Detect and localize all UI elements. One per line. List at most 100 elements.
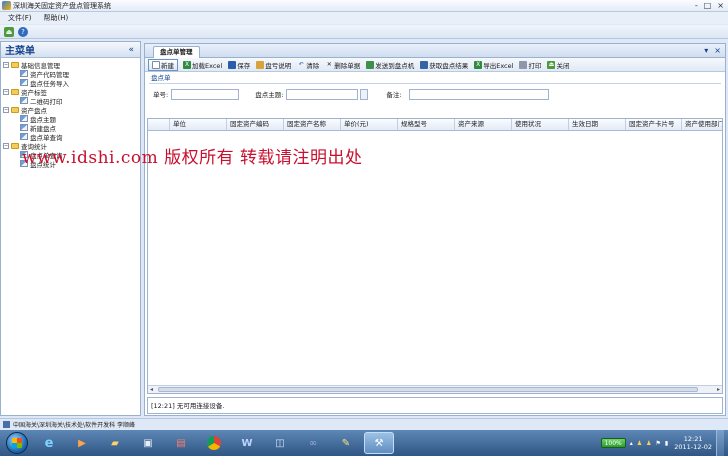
print-button[interactable]: 打印 xyxy=(518,60,542,70)
collapse-sidebar-icon[interactable]: « xyxy=(128,45,134,55)
collapse-toggle-icon[interactable]: − xyxy=(3,61,9,68)
show-desktop-button[interactable] xyxy=(716,430,724,456)
app-icon[interactable]: ∞ xyxy=(298,432,328,454)
tree-node-asset-inventory[interactable]: − 资产盘点 xyxy=(3,105,140,115)
column-header[interactable]: 规格型号 xyxy=(398,119,455,130)
subject-input[interactable] xyxy=(286,88,359,100)
new-button[interactable]: 新建 xyxy=(148,58,178,71)
tree-node-asset-label[interactable]: − 资产标签 xyxy=(3,87,140,97)
collapse-toggle-icon[interactable]: − xyxy=(3,142,9,149)
module-icon xyxy=(20,70,28,77)
tree-node-asset-code[interactable]: 资产代码管理 xyxy=(3,69,140,79)
log-text: [12:21] 无可用连接设备. xyxy=(151,402,225,410)
scroll-right-icon[interactable]: ▸ xyxy=(717,386,720,393)
exit-icon: ⏏ xyxy=(547,60,556,69)
column-header[interactable]: 资产来源 xyxy=(455,119,512,130)
button-label: 新建 xyxy=(161,61,174,70)
loss-note-button[interactable]: 盘亏说明 xyxy=(255,60,292,70)
collapse-toggle-icon[interactable]: − xyxy=(3,88,9,95)
form-row: 单号: 盘点主题: 备注: xyxy=(145,84,725,104)
tools-icon[interactable]: ✎ xyxy=(331,432,361,454)
explorer-icon[interactable]: ▰ xyxy=(100,432,130,454)
remark-label: 备注: xyxy=(386,91,402,99)
undo-icon: ↶ xyxy=(298,61,304,68)
window-title: 深圳海关固定资产盘点管理系统 xyxy=(13,1,111,10)
sidebar-header: 主菜单 « xyxy=(1,42,140,58)
collapse-toggle-icon[interactable]: − xyxy=(3,106,9,113)
tree-node-basic-info[interactable]: − 基础信息管理 xyxy=(3,60,140,70)
delete-document-button[interactable]: ✕ 删除单据 xyxy=(324,60,361,70)
save-icon xyxy=(228,60,237,69)
tab-inventory-management[interactable]: 盘点单管理 xyxy=(153,46,200,58)
folder-icon xyxy=(11,61,19,68)
column-header[interactable]: 资产使用部门 xyxy=(682,119,722,130)
status-text: 中国海关\深圳海关\技术处\软件开发科 李顺峰 xyxy=(13,421,135,429)
app-icon[interactable]: ◫ xyxy=(265,432,295,454)
taskbar: e ▶ ▰ ▣ ▤ W ◫ ∞ ✎ ⚒ 100% ▴ ♟ ♟ ⚑ ▮ 12:21… xyxy=(0,430,728,456)
close-tab-icon[interactable]: × xyxy=(714,46,721,55)
button-label: 清除 xyxy=(306,61,320,70)
tree-node-new-inventory[interactable]: 新建盘点 xyxy=(3,123,140,133)
chrome-icon[interactable] xyxy=(199,432,229,454)
column-header[interactable]: 单价(元) xyxy=(341,119,398,130)
menu-help[interactable]: 帮助(H) xyxy=(44,13,69,23)
flag-icon[interactable]: ⚑ xyxy=(656,440,661,447)
printer-icon xyxy=(519,60,528,69)
app-icon[interactable]: ▣ xyxy=(133,432,163,454)
exit-icon[interactable]: ⏏ xyxy=(4,26,14,37)
watermark-text: www.idshi.com 版权所有 转载请注明出处 xyxy=(22,148,363,168)
new-document-icon xyxy=(152,60,160,69)
tray-app-icon[interactable]: ♟ xyxy=(646,440,651,447)
grid-header: 单位 固定资产编码 固定资产名称 单价(元) 规格型号 资产来源 使用状况 生效… xyxy=(148,119,722,131)
media-player-icon[interactable]: ▶ xyxy=(67,432,97,454)
clock[interactable]: 12:21 2011-12-02 xyxy=(674,435,712,451)
scroll-thumb[interactable] xyxy=(158,387,698,392)
export-excel-button[interactable]: X 导出Excel xyxy=(473,60,514,70)
horizontal-scrollbar[interactable]: ◂ ▸ xyxy=(148,385,722,393)
column-header[interactable]: 生效日期 xyxy=(569,119,626,130)
active-app-icon[interactable]: ⚒ xyxy=(364,432,394,454)
subject-picker-button[interactable] xyxy=(360,88,369,100)
clear-button[interactable]: ↶ 清除 xyxy=(296,60,320,70)
fetch-results-button[interactable]: 获取盘点结果 xyxy=(419,60,469,70)
load-excel-button[interactable]: X 加载Excel xyxy=(182,60,223,70)
column-header[interactable]: 固定资产编码 xyxy=(227,119,284,130)
column-header[interactable]: 单位 xyxy=(170,119,227,130)
remark-input[interactable] xyxy=(408,88,549,100)
tray-expand-icon[interactable]: ▴ xyxy=(630,440,633,447)
close-window-button[interactable]: × xyxy=(717,1,724,10)
word-icon[interactable]: W xyxy=(232,432,262,454)
column-header[interactable]: 固定资产卡片号 xyxy=(626,119,682,130)
row-indicator-header xyxy=(148,119,170,130)
status-bar: 中国海关\深圳海关\技术处\软件开发科 李顺峰 xyxy=(0,418,728,429)
minimize-button[interactable]: - xyxy=(695,1,698,10)
note-icon xyxy=(256,60,265,69)
button-label: 保存 xyxy=(237,61,251,70)
doc-no-input[interactable] xyxy=(171,88,240,100)
tab-controls: ▾ × xyxy=(704,46,721,55)
menu-file[interactable]: 文件(F) xyxy=(8,13,32,23)
quick-toolbar: ⏏ ? xyxy=(0,25,728,39)
folder-icon xyxy=(11,106,19,113)
network-icon[interactable]: ▮ xyxy=(665,440,668,447)
button-label: 盘亏说明 xyxy=(265,61,292,70)
column-header[interactable]: 使用状况 xyxy=(512,119,569,130)
app-icon[interactable]: ▤ xyxy=(166,432,196,454)
button-label: 关闭 xyxy=(556,61,570,70)
scroll-left-icon[interactable]: ◂ xyxy=(150,386,153,393)
start-button[interactable] xyxy=(6,432,28,454)
column-header[interactable]: 固定资产名称 xyxy=(284,119,341,130)
send-to-device-button[interactable]: 发送到盘点机 xyxy=(365,60,415,70)
battery-indicator[interactable]: 100% xyxy=(600,438,626,448)
tray-app-icon[interactable]: ♟ xyxy=(637,440,642,447)
form-section-title: 盘点单 xyxy=(149,74,721,84)
close-button[interactable]: ⏏ 关闭 xyxy=(546,60,570,70)
tree-node-inventory-subject[interactable]: 盘点主题 xyxy=(3,114,140,124)
ie-icon[interactable]: e xyxy=(34,432,64,454)
tab-menu-icon[interactable]: ▾ xyxy=(704,46,708,55)
save-button[interactable]: 保存 xyxy=(227,60,251,70)
main-panel: 盘点单管理 ▾ × 新建 X 加载Excel 保存 盘亏说明 ↶ 清除 ✕ 删除单据 … xyxy=(144,43,726,416)
help-icon[interactable]: ? xyxy=(18,26,28,37)
maximize-button[interactable]: □ xyxy=(704,1,712,10)
doc-no-label: 单号: xyxy=(153,91,169,99)
